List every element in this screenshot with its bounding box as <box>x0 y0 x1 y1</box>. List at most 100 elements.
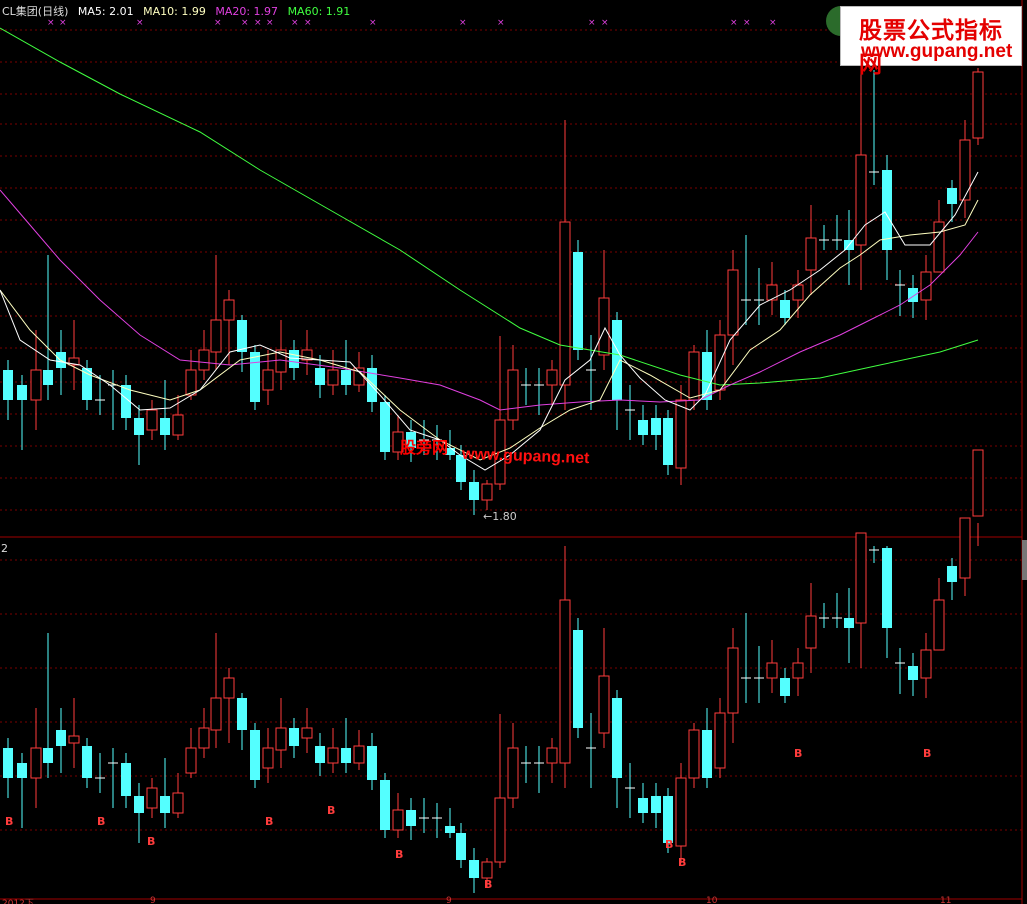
lower-candle-body <box>663 796 673 843</box>
candle-body <box>688 351 700 401</box>
lower-candle-body <box>198 727 210 749</box>
lower-candle-body <box>68 735 80 744</box>
lower-candle-body <box>972 449 984 517</box>
buy-signal-icon: B <box>665 838 673 851</box>
signal-cross-icon: × <box>266 18 274 28</box>
candle-body <box>855 154 867 246</box>
lower-candle-body <box>172 792 184 814</box>
xaxis-label: 10 <box>706 896 718 904</box>
candle-body <box>30 369 42 401</box>
lower-candle-body <box>315 746 325 763</box>
lower-candle-body <box>959 517 971 579</box>
ma60-line <box>0 27 979 386</box>
candle-body <box>675 399 687 469</box>
lower-candle-body <box>933 599 945 651</box>
xaxis-label: 11 <box>940 896 952 904</box>
candle-body <box>651 418 661 435</box>
candle-body <box>546 369 558 386</box>
signal-cross-icon: × <box>769 18 777 28</box>
candle-body <box>146 409 158 431</box>
signal-cross-icon: × <box>497 18 505 28</box>
candle-body <box>315 368 325 385</box>
buy-signal-icon: B <box>395 848 403 861</box>
low-price-marker: ←1.80 <box>483 510 517 523</box>
buy-signal-icon: B <box>678 856 686 869</box>
lower-candle-body <box>134 796 144 813</box>
candle-body <box>507 369 519 421</box>
lower-candle-body <box>688 729 700 779</box>
lower-candle-body <box>262 747 274 769</box>
candle-body <box>134 418 144 435</box>
lower-candle-body <box>559 599 571 764</box>
lower-candle-body <box>780 678 790 696</box>
lower-candle-body <box>17 763 27 778</box>
candle-body <box>598 297 610 356</box>
candle-body <box>185 369 197 396</box>
ma5-readout: MA5: 2.01 <box>77 5 134 18</box>
candle-body <box>17 385 27 400</box>
lower-candle-body <box>612 698 622 778</box>
candle-body <box>638 420 648 435</box>
signal-cross-icon: × <box>47 18 55 28</box>
lower-candle-body <box>3 748 13 778</box>
lower-candle-body <box>638 798 648 813</box>
lower-candle-body <box>908 666 918 680</box>
lower-candle-body <box>456 833 466 860</box>
ma20-line <box>0 189 979 411</box>
signal-cross-icon: × <box>730 18 738 28</box>
lower-candle-body <box>121 763 131 796</box>
candle-body <box>469 482 479 500</box>
lower-candle-body <box>546 747 558 764</box>
candle-body <box>727 269 739 336</box>
lower-candle-body <box>341 748 351 763</box>
candle-body <box>327 369 339 386</box>
xaxis-label: 9 <box>150 896 156 904</box>
ma60-readout: MA60: 1.91 <box>287 5 351 18</box>
lower-candle-body <box>947 566 957 582</box>
lower-candle-body <box>56 730 66 746</box>
indicator-header: CL集团(日线) MA5: 2.01 MA10: 1.99 MA20: 1.97… <box>2 3 356 19</box>
candle-body <box>947 188 957 204</box>
candle-body <box>172 414 184 436</box>
lower-candle-body <box>573 630 583 728</box>
low-arrow-icon: ← <box>483 510 493 523</box>
lower-candle-body <box>792 662 804 679</box>
lower-candle-body <box>727 647 739 714</box>
signal-cross-icon: × <box>59 18 67 28</box>
candle-body <box>341 370 351 385</box>
lower-candle-body <box>805 615 817 649</box>
lower-candle-body <box>675 777 687 847</box>
candle-body <box>3 370 13 400</box>
lower-candle-body <box>380 780 390 830</box>
candle-body <box>210 319 222 353</box>
stock-chart-window: × × × × × × × × × × × × × × × × × B B B B B B B B B B B CL集团(日线) MA… <box>0 0 1027 904</box>
candle-body <box>481 483 493 501</box>
candle-body <box>43 370 53 385</box>
scrollbar[interactable] <box>1022 540 1027 580</box>
candle-body <box>972 71 984 139</box>
candle-body <box>262 369 274 391</box>
lower-candle-body <box>481 861 493 879</box>
lower-candle-body <box>598 675 610 734</box>
candle-body <box>663 418 673 465</box>
lower-candle-body <box>327 747 339 764</box>
lower-candle-body <box>30 747 42 779</box>
lower-candle-body <box>301 727 313 739</box>
lower-candle-body <box>392 809 404 831</box>
candle-body <box>805 237 817 271</box>
lower-candle-body <box>146 787 158 809</box>
buy-signal-icon: B <box>484 878 492 891</box>
signal-cross-icon: × <box>369 18 377 28</box>
signal-cross-icon: × <box>588 18 596 28</box>
candle-body <box>250 352 260 402</box>
candle-body <box>780 300 790 318</box>
lower-candle-body <box>289 728 299 746</box>
logo-url: www.gupang.net <box>861 41 1013 62</box>
lower-candle-body <box>250 730 260 780</box>
buy-signal-icon: B <box>5 815 13 828</box>
candle-body <box>237 320 247 352</box>
signal-cross-icon: × <box>241 18 249 28</box>
buy-signal-icon: B <box>147 835 155 848</box>
ma20-readout: MA20: 1.97 <box>215 5 279 18</box>
signal-cross-icon: × <box>291 18 299 28</box>
